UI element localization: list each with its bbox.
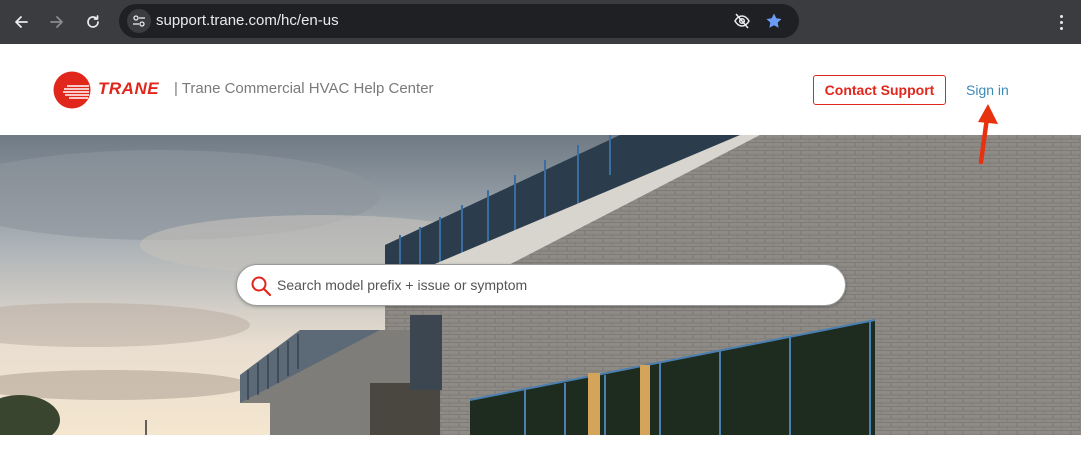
- search-icon: [251, 276, 272, 297]
- sign-in-link[interactable]: Sign in: [966, 82, 1009, 98]
- back-button[interactable]: [8, 9, 34, 35]
- address-bar[interactable]: support.trane.com/hc/en-us: [119, 4, 799, 38]
- help-center-title: | Trane Commercial HVAC Help Center: [174, 80, 434, 97]
- contact-support-button[interactable]: Contact Support: [813, 75, 946, 105]
- search-box[interactable]: [236, 264, 846, 306]
- reload-icon: [87, 15, 99, 28]
- reload-button[interactable]: [80, 9, 106, 35]
- url-text[interactable]: support.trane.com/hc/en-us: [156, 12, 339, 29]
- site-header: TRANE | Trane Commercial HVAC Help Cente…: [0, 44, 1081, 135]
- eye-off-icon[interactable]: [733, 12, 751, 30]
- brand-name[interactable]: TRANE: [98, 79, 159, 99]
- kebab-menu-icon[interactable]: [1051, 10, 1071, 34]
- hero-banner: [0, 135, 1081, 435]
- search-input[interactable]: [277, 265, 827, 305]
- annotation-arrow-icon: [978, 104, 998, 165]
- site-info-button[interactable]: [127, 9, 151, 33]
- star-icon[interactable]: [765, 12, 783, 30]
- forward-button[interactable]: [44, 9, 70, 35]
- browser-toolbar: support.trane.com/hc/en-us: [0, 0, 1081, 44]
- arrow-right-icon: [50, 16, 63, 28]
- tune-icon: [133, 15, 145, 27]
- trane-logo-icon[interactable]: [53, 71, 91, 109]
- arrow-left-icon: [15, 16, 28, 28]
